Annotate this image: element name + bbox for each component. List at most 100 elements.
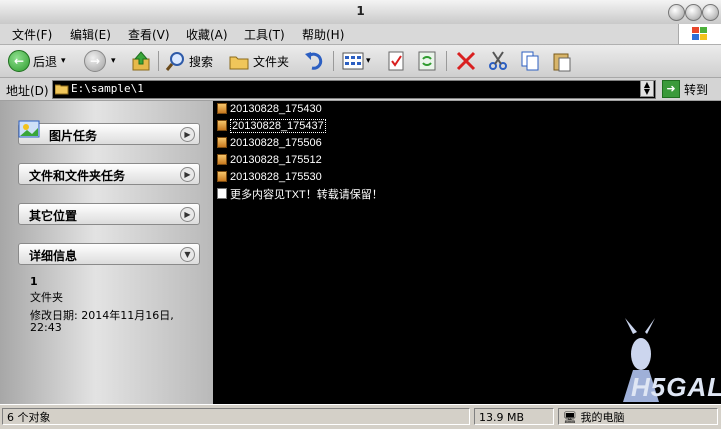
folders-icon xyxy=(229,56,249,70)
status-object-count: 6 个对象 xyxy=(2,408,470,425)
menu-file[interactable]: 文件(F) xyxy=(12,26,52,43)
chevron-down-icon[interactable]: ▼ xyxy=(180,247,195,262)
undo-icon xyxy=(305,52,323,70)
panel-title: 文件和文件夹任务 xyxy=(29,169,126,183)
folder-icon xyxy=(217,103,227,114)
file-name: 20130828_175530 xyxy=(230,170,322,183)
go-button[interactable]: ➜ 转到 xyxy=(662,80,708,98)
folders-label: 文件夹 xyxy=(253,54,290,69)
address-label: 地址(D) xyxy=(6,84,49,98)
list-item[interactable]: 20130828_175437 xyxy=(217,118,326,133)
text-file-icon xyxy=(217,188,227,199)
list-item[interactable]: 20130828_175506 xyxy=(217,135,322,150)
panel-title: 其它位置 xyxy=(29,209,78,223)
up-folder-icon xyxy=(132,51,150,71)
refresh-icon xyxy=(418,51,436,71)
minimize-button[interactable] xyxy=(668,4,685,21)
menu-help[interactable]: 帮助(H) xyxy=(302,26,344,43)
address-bar: 地址(D) E:\sample\1 ▲ ▼ ➜ 转到 xyxy=(0,78,721,101)
go-label: 转到 xyxy=(684,82,709,97)
file-list[interactable]: 20130828_175430 20130828_175437 20130828… xyxy=(213,101,721,404)
menu-tools[interactable]: 工具(T) xyxy=(244,26,285,43)
folder-icon xyxy=(217,120,227,131)
toolbar-separator xyxy=(333,51,334,71)
forward-dropdown-icon[interactable]: ▾ xyxy=(111,56,116,66)
address-path: E:\sample\1 xyxy=(71,82,144,95)
delete-x-icon xyxy=(456,51,476,71)
file-folder-tasks-panel[interactable]: 文件和文件夹任务 ▶ xyxy=(18,163,200,185)
go-arrow-icon: ➜ xyxy=(662,80,680,98)
search-label: 搜索 xyxy=(189,54,214,69)
task-pane: 图片任务 ▶ 文件和文件夹任务 ▶ 其它位置 ▶ 详细信息 ▼ 1 文件夹 修改… xyxy=(0,101,213,404)
details-panel[interactable]: 详细信息 ▼ xyxy=(18,243,200,265)
file-name: 20130828_175437 xyxy=(230,118,326,133)
other-places-panel[interactable]: 其它位置 ▶ xyxy=(18,203,200,225)
details-modified-time: 22:43 xyxy=(30,321,62,334)
maximize-button[interactable] xyxy=(685,4,702,21)
computer-icon: 🖥 xyxy=(563,411,577,424)
toolbar: ← 后退 ▾ → ▾ 搜索 文件夹 ▾ xyxy=(0,45,721,78)
copy-button[interactable] xyxy=(519,49,541,73)
list-item[interactable]: 20130828_175512 xyxy=(217,152,322,167)
menu-favorites[interactable]: 收藏(A) xyxy=(186,26,228,43)
folders-button[interactable]: 文件夹 xyxy=(228,49,289,73)
details-name: 1 xyxy=(30,275,38,288)
address-dropdown-icon[interactable]: ▲ ▼ xyxy=(640,80,654,97)
back-dropdown-icon[interactable]: ▾ xyxy=(61,56,66,66)
picture-tasks-icon xyxy=(18,120,40,138)
search-icon xyxy=(165,52,184,71)
properties-button[interactable] xyxy=(385,49,407,73)
folder-icon xyxy=(217,171,227,182)
undo-button[interactable] xyxy=(303,49,325,73)
watermark-text: H5GAL xyxy=(631,372,721,402)
panel-title: 详细信息 xyxy=(29,249,78,263)
file-name: 20130828_175512 xyxy=(230,153,322,166)
list-item[interactable]: 20130828_175530 xyxy=(217,169,322,184)
file-name: 更多内容见TXT！转载请保留！ xyxy=(230,188,383,201)
status-size: 13.9 MB xyxy=(474,408,554,425)
file-name: 20130828_175430 xyxy=(230,102,322,115)
back-arrow-icon: ← xyxy=(8,50,30,72)
list-item[interactable]: 更多内容见TXT！转载请保留！ xyxy=(217,186,383,201)
toolbar-separator xyxy=(446,51,447,71)
paste-icon xyxy=(553,53,571,72)
forward-button[interactable]: → ▾ xyxy=(84,49,116,73)
title-bar[interactable]: 1 xyxy=(0,0,721,25)
details-type: 文件夹 xyxy=(30,291,63,304)
chevron-right-icon[interactable]: ▶ xyxy=(180,207,195,222)
list-item[interactable]: 20130828_175430 xyxy=(217,101,322,116)
chevron-right-icon[interactable]: ▶ xyxy=(180,167,195,182)
cut-button[interactable] xyxy=(487,49,509,73)
menu-bar: 文件(F) 编辑(E) 查看(V) 收藏(A) 工具(T) 帮助(H) xyxy=(0,24,721,45)
chevron-right-icon[interactable]: ▶ xyxy=(180,127,195,142)
window-title: 1 xyxy=(356,4,365,18)
up-folder-button[interactable] xyxy=(130,49,152,73)
explorer-window: 1 文件(F) 编辑(E) 查看(V) 收藏(A) 工具(T) 帮助(H) ← … xyxy=(0,0,721,429)
search-button[interactable]: 搜索 xyxy=(164,49,213,73)
status-location-label: 我的电脑 xyxy=(580,411,625,424)
refresh-button[interactable] xyxy=(416,49,438,73)
views-grid-icon xyxy=(342,52,364,70)
delete-button[interactable] xyxy=(455,49,477,73)
file-name: 20130828_175506 xyxy=(230,136,322,149)
paste-button[interactable] xyxy=(551,49,573,73)
forward-arrow-icon: → xyxy=(84,50,106,72)
folder-icon xyxy=(217,137,227,148)
windows-logo-icon xyxy=(678,24,721,44)
back-button[interactable]: ← 后退 ▾ xyxy=(8,49,66,73)
menu-edit[interactable]: 编辑(E) xyxy=(70,26,111,43)
properties-icon xyxy=(388,51,404,71)
folder-icon xyxy=(217,154,227,165)
toolbar-separator xyxy=(158,51,159,71)
status-bar: 6 个对象 13.9 MB 🖥 我的电脑 xyxy=(0,404,721,429)
close-button[interactable] xyxy=(702,4,719,21)
panel-title: 图片任务 xyxy=(49,129,98,143)
views-dropdown-icon[interactable]: ▾ xyxy=(366,56,371,66)
folder-icon xyxy=(55,84,69,95)
back-label: 后退 xyxy=(33,54,58,69)
menu-view[interactable]: 查看(V) xyxy=(128,26,170,43)
status-location: 🖥 我的电脑 xyxy=(558,408,718,425)
views-button[interactable]: ▾ xyxy=(342,49,371,73)
address-input[interactable]: E:\sample\1 xyxy=(52,80,656,99)
copy-icon xyxy=(521,51,539,71)
